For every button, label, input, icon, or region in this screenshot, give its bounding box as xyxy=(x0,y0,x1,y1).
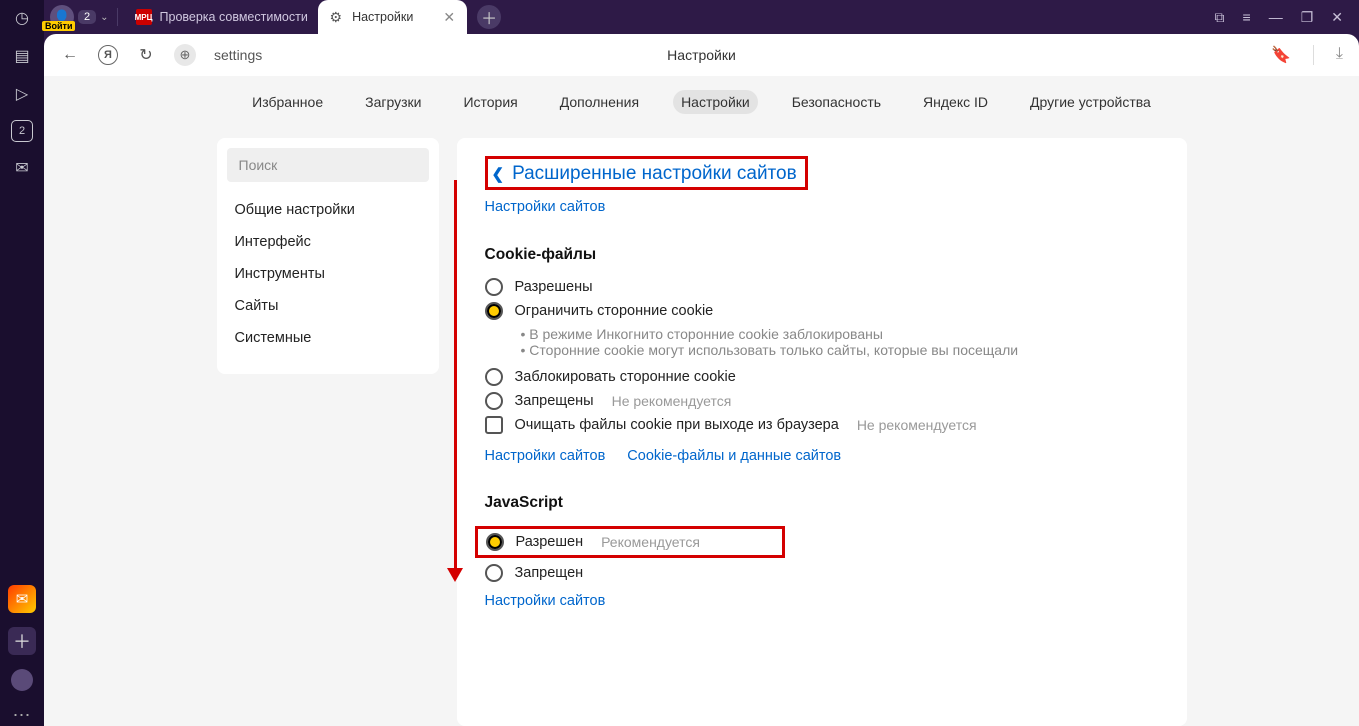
tab-favicon: МРЦ xyxy=(136,9,152,25)
nav-settings[interactable]: Настройки xyxy=(673,90,758,114)
js-site-settings-link[interactable]: Настройки сайтов xyxy=(485,593,606,609)
separator xyxy=(1313,45,1314,65)
more-icon[interactable]: ⋯ xyxy=(13,705,32,726)
close-icon[interactable]: ✕ xyxy=(443,9,455,26)
radio-cookies-allowed[interactable]: Разрешены xyxy=(485,278,1159,296)
globe-icon: ⊕ xyxy=(174,44,196,66)
os-sidebar: ◷ ▤ ▷ 2 ✉ ✉ ＋ ⋯ xyxy=(0,0,44,726)
radio-js-deny[interactable]: Запрещен xyxy=(485,564,1159,582)
chevron-down-icon[interactable]: ⌄ xyxy=(100,12,108,23)
download-icon[interactable]: ⤓ xyxy=(1336,45,1343,65)
radio-cookies-block3p[interactable]: Заблокировать сторонние cookie xyxy=(485,368,1159,386)
tab-title: Настройки xyxy=(352,10,413,24)
annotation-arrow-head xyxy=(447,568,463,582)
breadcrumb-highlight: ❮ Расширенные настройки сайтов xyxy=(485,156,808,190)
nav-favorites[interactable]: Избранное xyxy=(244,90,331,114)
new-tab-button[interactable]: ＋ xyxy=(477,5,501,29)
mail-icon[interactable]: ✉ xyxy=(8,585,36,613)
sidebar-item-interface[interactable]: Интерфейс xyxy=(217,226,439,258)
add-panel-button[interactable]: ＋ xyxy=(8,627,36,655)
sidebar-badge-2[interactable]: 2 xyxy=(11,120,33,142)
chat-icon[interactable]: ✉ xyxy=(10,156,34,180)
settings-sidebar: Поиск Общие настройки Интерфейс Инструме… xyxy=(217,138,439,374)
annotation-arrow xyxy=(454,180,457,575)
sidebar-item-general[interactable]: Общие настройки xyxy=(217,194,439,226)
address-bar: ← Я ↻ ⊕ settings Настройки 🔖 ⤓ xyxy=(44,34,1359,76)
tab-title: Проверка совместимости xyxy=(160,10,308,24)
login-label: Войти xyxy=(42,21,75,31)
profile-area[interactable]: 👤 Войти xyxy=(44,5,74,29)
breadcrumb[interactable]: Расширенные настройки сайтов xyxy=(512,163,797,185)
window-controls: ⧉ ≡ — ❐ ✕ xyxy=(1215,9,1359,26)
settings-nav: Избранное Загрузки История Дополнения На… xyxy=(44,76,1359,128)
cookies-limit-details: В режиме Инкогнито сторонние cookie забл… xyxy=(521,326,1159,358)
nav-history[interactable]: История xyxy=(455,90,525,114)
nav-security[interactable]: Безопасность xyxy=(784,90,889,114)
url-text[interactable]: settings xyxy=(214,47,262,63)
site-settings-link[interactable]: Настройки сайтов xyxy=(485,199,606,215)
sidebar-item-tools[interactable]: Инструменты xyxy=(217,258,439,290)
radio-cookies-limit[interactable]: Ограничить сторонние cookie xyxy=(485,302,1159,320)
radio-js-allow[interactable]: РазрешенРекомендуется xyxy=(486,533,700,551)
back-button[interactable]: ← xyxy=(60,46,80,64)
gear-icon: ⚙ xyxy=(330,9,343,26)
sidebar-toggle-icon[interactable]: ⧉ xyxy=(1215,9,1225,26)
search-input[interactable]: Поиск xyxy=(227,148,429,182)
nav-extensions[interactable]: Дополнения xyxy=(552,90,647,114)
tab-count-chip[interactable]: 2 xyxy=(78,10,96,24)
minimize-button[interactable]: — xyxy=(1269,9,1283,25)
yandex-icon[interactable]: Я xyxy=(98,45,118,65)
maximize-button[interactable]: ❐ xyxy=(1301,9,1314,26)
clock-icon[interactable]: ◷ xyxy=(10,6,34,30)
separator xyxy=(117,8,118,26)
tab-settings[interactable]: ⚙ Настройки ✕ xyxy=(318,0,468,34)
bookmark-icon[interactable]: 🔖 xyxy=(1271,45,1291,65)
cookies-data-link[interactable]: Cookie-файлы и данные сайтов xyxy=(627,448,841,464)
settings-main: ❮ Расширенные настройки сайтов Настройки… xyxy=(457,138,1187,726)
close-window-button[interactable]: ✕ xyxy=(1331,9,1343,26)
checkbox-clear-cookies[interactable]: Очищать файлы cookie при выходе из брауз… xyxy=(485,416,1159,434)
site-settings-link-2[interactable]: Настройки сайтов xyxy=(485,448,606,464)
js-allow-highlight: РазрешенРекомендуется xyxy=(475,526,785,558)
sidebar-item-system[interactable]: Системные xyxy=(217,322,439,354)
chevron-left-icon[interactable]: ❮ xyxy=(492,165,505,183)
section-title-cookies: Cookie-файлы xyxy=(485,246,1159,264)
menu-icon[interactable]: ≡ xyxy=(1243,9,1251,25)
page-title: Настройки xyxy=(667,47,736,63)
radio-cookies-deny[interactable]: ЗапрещеныНе рекомендуется xyxy=(485,392,1159,410)
nav-yandex-id[interactable]: Яндекс ID xyxy=(915,90,996,114)
tab-compat[interactable]: МРЦ Проверка совместимости xyxy=(126,0,316,34)
sidebar-item-sites[interactable]: Сайты xyxy=(217,290,439,322)
nav-downloads[interactable]: Загрузки xyxy=(357,90,429,114)
assistant-icon[interactable] xyxy=(11,669,33,691)
feed-icon[interactable]: ▤ xyxy=(10,44,34,68)
titlebar: 👤 Войти 2 ⌄ МРЦ Проверка совместимости ⚙… xyxy=(44,0,1359,34)
reload-button[interactable]: ↻ xyxy=(136,45,156,65)
section-title-js: JavaScript xyxy=(485,494,1159,512)
nav-devices[interactable]: Другие устройства xyxy=(1022,90,1159,114)
play-icon[interactable]: ▷ xyxy=(10,82,34,106)
settings-body: Поиск Общие настройки Интерфейс Инструме… xyxy=(44,128,1359,726)
